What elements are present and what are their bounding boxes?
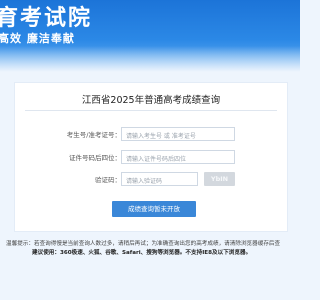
title-divider bbox=[25, 110, 277, 111]
exam-id-label: 考生号/准考证号： bbox=[66, 131, 121, 139]
captcha-row: 验证码： 请输入验证码 YbIN bbox=[15, 172, 287, 188]
id-last4-input[interactable]: 请输入证件号码后四位 bbox=[121, 150, 235, 164]
site-slogan: 高效 廉洁奉献 bbox=[0, 32, 75, 45]
id-last4-row: 证件号码后四位： 请输入证件号码后四位 bbox=[15, 150, 287, 166]
captcha-input[interactable]: 请输入验证码 bbox=[121, 172, 198, 186]
tips-line-2: 建议使用：360极速、火狐、谷歌、Safari、搜狗等浏览器。不支持IE8及以下… bbox=[32, 250, 252, 256]
captcha-image[interactable]: YbIN bbox=[204, 172, 235, 186]
captcha-label: 验证码： bbox=[95, 176, 121, 184]
header-banner: 育考试院 高效 廉洁奉献 bbox=[0, 0, 300, 72]
exam-id-row: 考生号/准考证号： 请输入考生号 或 准考证号 bbox=[15, 127, 287, 143]
query-card: 江西省2025年普通高考成绩查询 考生号/准考证号： 请输入考生号 或 准考证号… bbox=[14, 82, 288, 232]
tips-line-1: 温馨提示：若查询得慢是当前查询人数过多，请稍后再试；为准确查询出您的高考成绩，请… bbox=[6, 241, 281, 247]
exam-id-input[interactable]: 请输入考生号 或 准考证号 bbox=[121, 127, 235, 141]
page-title: 江西省2025年普通高考成绩查询 bbox=[81, 95, 221, 106]
query-submit-button[interactable]: 成绩查询暂未开放 bbox=[112, 201, 196, 217]
id-last4-label: 证件号码后四位： bbox=[69, 154, 121, 162]
tips-section: 温馨提示：若查询得慢是当前查询人数过多，请稍后再试；为准确查询出您的高考成绩，请… bbox=[6, 240, 298, 258]
site-title: 育考试院 bbox=[0, 6, 93, 31]
